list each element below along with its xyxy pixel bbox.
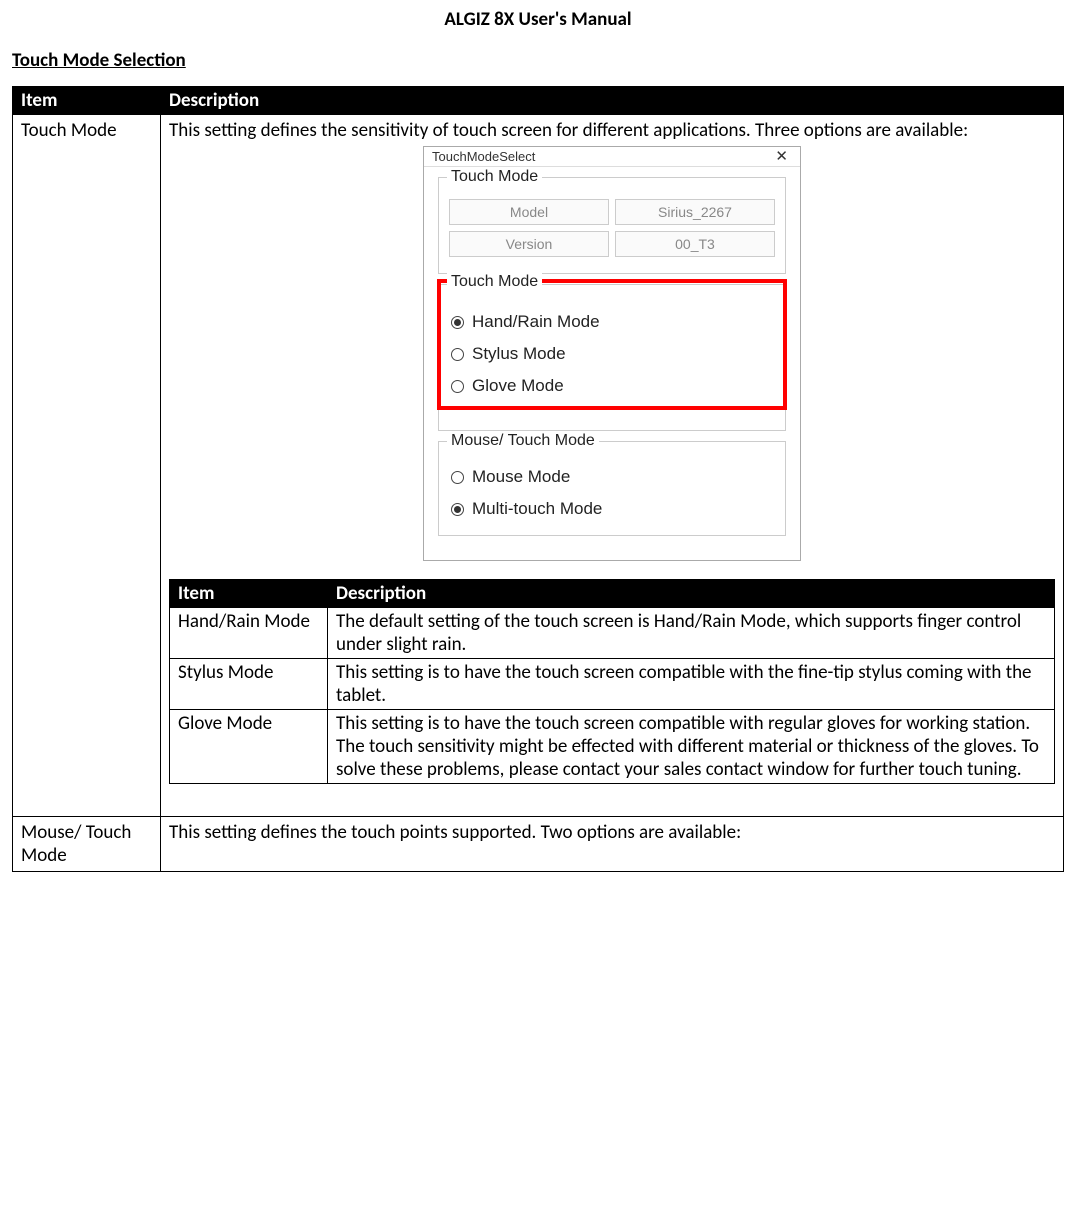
- inner-desc: This setting is to have the touch screen…: [328, 710, 1055, 784]
- radio-icon: [451, 380, 464, 393]
- outer-item-1: Mouse/ Touch Mode: [13, 817, 161, 872]
- radio-icon: [451, 316, 464, 329]
- radio-icon: [451, 348, 464, 361]
- inner-item: Stylus Mode: [170, 659, 328, 710]
- touch-mode-legend: Touch Mode: [447, 273, 542, 291]
- version-label: Version: [449, 231, 609, 257]
- radio-hand-rain[interactable]: Hand/Rain Mode: [449, 306, 775, 338]
- inner-item: Glove Mode: [170, 710, 328, 784]
- section-title: Touch Mode Selection: [12, 49, 1064, 72]
- info-group: Touch Mode Model Sirius_2267 Version 00_…: [438, 177, 786, 274]
- radio-glove[interactable]: Glove Mode: [449, 370, 775, 402]
- mouse-touch-group: Mouse/ Touch Mode Mouse Mode Multi-touch…: [438, 441, 786, 536]
- table-row: Touch Mode This setting defines the sens…: [13, 115, 1064, 817]
- table-row: Hand/Rain Mode The default setting of th…: [170, 608, 1055, 659]
- inner-desc: The default setting of the touch screen …: [328, 608, 1055, 659]
- close-icon[interactable]: ✕: [771, 149, 792, 164]
- outer-header-desc: Description: [161, 87, 1064, 115]
- radio-label: Stylus Mode: [472, 344, 566, 364]
- radio-label: Hand/Rain Mode: [472, 312, 600, 332]
- dialog-title: TouchModeSelect: [432, 149, 535, 164]
- touch-mode-group: Touch Mode Hand/Rain Mode Stylus Mode: [438, 284, 786, 431]
- radio-label: Glove Mode: [472, 376, 564, 396]
- radio-icon: [451, 503, 464, 516]
- table-row: Stylus Mode This setting is to have the …: [170, 659, 1055, 710]
- radio-mouse[interactable]: Mouse Mode: [449, 461, 775, 493]
- info-legend: Touch Mode: [447, 168, 542, 186]
- table-row: Glove Mode This setting is to have the t…: [170, 710, 1055, 784]
- dialog-titlebar: TouchModeSelect ✕: [424, 147, 800, 167]
- outer-desc-1: This setting defines the touch points su…: [161, 817, 1064, 872]
- mouse-touch-legend: Mouse/ Touch Mode: [447, 432, 599, 450]
- model-value: Sirius_2267: [615, 199, 775, 225]
- inner-item: Hand/Rain Mode: [170, 608, 328, 659]
- radio-icon: [451, 471, 464, 484]
- model-label: Model: [449, 199, 609, 225]
- highlight-box: Touch Mode Hand/Rain Mode Stylus Mode: [437, 279, 787, 410]
- page-header: ALGIZ 8X User's Manual: [12, 8, 1064, 31]
- outer-desc-0: This setting defines the sensitivity of …: [161, 115, 1064, 817]
- table-row: Mouse/ Touch Mode This setting defines t…: [13, 817, 1064, 872]
- outer-header-item: Item: [13, 87, 161, 115]
- radio-multitouch[interactable]: Multi-touch Mode: [449, 493, 775, 525]
- inner-header-desc: Description: [328, 580, 1055, 608]
- outer-table: Item Description Touch Mode This setting…: [12, 86, 1064, 872]
- inner-desc: This setting is to have the touch screen…: [328, 659, 1055, 710]
- radio-label: Multi-touch Mode: [472, 499, 602, 519]
- radio-stylus[interactable]: Stylus Mode: [449, 338, 775, 370]
- inner-header-item: Item: [170, 580, 328, 608]
- inner-table: Item Description Hand/Rain Mode The defa…: [169, 579, 1055, 784]
- outer-item-0: Touch Mode: [13, 115, 161, 817]
- touch-mode-intro: This setting defines the sensitivity of …: [169, 119, 1055, 142]
- version-value: 00_T3: [615, 231, 775, 257]
- radio-label: Mouse Mode: [472, 467, 570, 487]
- touch-mode-select-dialog: TouchModeSelect ✕ Touch Mode Model Siriu…: [423, 146, 801, 561]
